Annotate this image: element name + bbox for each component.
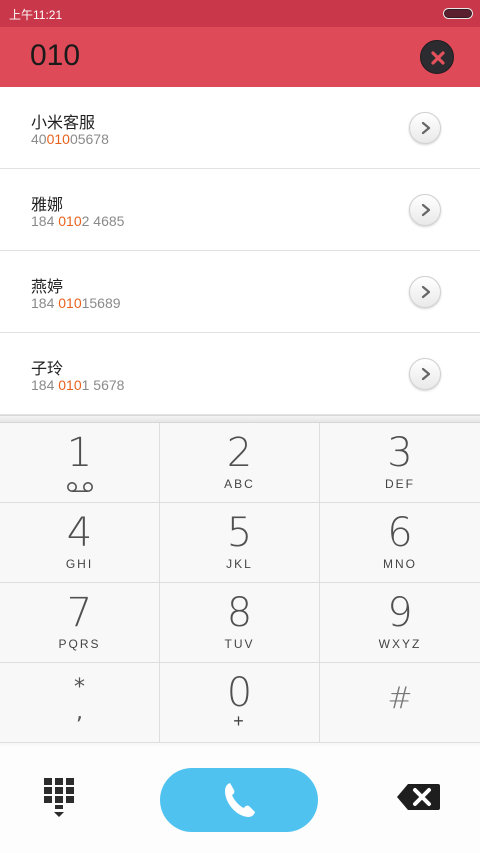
key-9[interactable]: 9 WXYZ xyxy=(320,583,480,663)
number-match: 010 xyxy=(58,377,82,393)
dialpad-icon xyxy=(44,778,74,817)
key-6[interactable]: 6 MNO xyxy=(320,503,480,583)
key-2[interactable]: 2 ABC xyxy=(160,423,320,503)
key-4[interactable]: 4 GHI xyxy=(0,503,160,583)
key-7[interactable]: 7 PQRS xyxy=(0,583,160,663)
key-3[interactable]: 3 DEF xyxy=(320,423,480,503)
status-bar: 上午11:21 xyxy=(0,0,480,27)
key-5[interactable]: 5 JKL xyxy=(160,503,320,583)
contact-name: 燕婷 xyxy=(31,277,64,296)
contact-number: 184 0101 5678 xyxy=(31,377,125,393)
key-8[interactable]: 8 TUV xyxy=(160,583,320,663)
contact-name: 雅娜 xyxy=(31,195,64,214)
key-hash[interactable]: # xyxy=(320,663,480,743)
contact-detail-button[interactable] xyxy=(409,276,441,308)
backspace-icon xyxy=(397,784,440,810)
contact-results-list: 小米客服 4001005678 雅娜 184 0102 4685 燕婷 184 … xyxy=(0,87,480,415)
chevron-right-icon xyxy=(421,121,431,135)
contact-row[interactable]: 小米客服 4001005678 xyxy=(0,87,480,169)
battery-icon xyxy=(443,8,473,19)
dialer-action-bar xyxy=(0,746,480,853)
keypad-divider xyxy=(0,415,480,423)
key-0[interactable]: 0 + xyxy=(160,663,320,743)
contact-name: 小米客服 xyxy=(31,113,96,132)
contact-name: 子玲 xyxy=(31,359,64,378)
contact-row[interactable]: 子玲 184 0101 5678 xyxy=(0,333,480,415)
contact-detail-button[interactable] xyxy=(409,112,441,144)
chevron-right-icon xyxy=(421,367,431,381)
number-match: 010 xyxy=(46,131,70,147)
key-1[interactable]: 1 xyxy=(0,423,160,503)
voicemail-icon xyxy=(66,482,93,492)
call-button[interactable] xyxy=(160,768,318,832)
contact-row[interactable]: 雅娜 184 0102 4685 xyxy=(0,169,480,251)
contact-number: 184 01015689 xyxy=(31,295,121,311)
status-time: 上午11:21 xyxy=(9,8,63,22)
backspace-button[interactable] xyxy=(396,782,442,812)
dialpad-toggle-button[interactable] xyxy=(40,776,80,820)
number-match: 010 xyxy=(58,213,82,229)
dialed-number[interactable]: 010 xyxy=(30,39,80,73)
close-icon xyxy=(431,51,445,65)
contact-number: 184 0102 4685 xyxy=(31,213,125,229)
clear-button[interactable] xyxy=(420,40,454,74)
contact-row[interactable]: 燕婷 184 01015689 xyxy=(0,251,480,333)
contact-number: 4001005678 xyxy=(31,131,109,147)
contact-detail-button[interactable] xyxy=(409,358,441,390)
phone-icon xyxy=(225,783,255,817)
contact-detail-button[interactable] xyxy=(409,194,441,226)
chevron-right-icon xyxy=(421,285,431,299)
dial-input-bar: 010 xyxy=(0,27,480,87)
number-match: 010 xyxy=(58,295,82,311)
chevron-right-icon xyxy=(421,203,431,217)
key-star[interactable]: * , xyxy=(0,663,160,743)
dial-keypad: 1 2 ABC 3 DEF 4 GHI 5 JKL 6 MNO 7 PQRS 8… xyxy=(0,423,480,746)
